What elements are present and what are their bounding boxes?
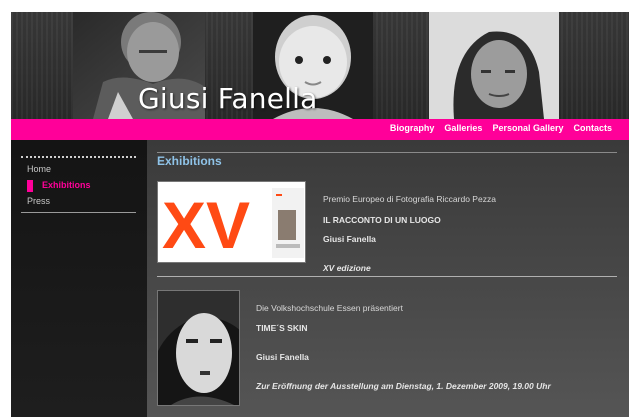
entry-artist: Giusi Fanella [256,352,309,362]
entry-organizer: Die Volkshochschule Essen präsentiert [256,303,403,313]
xv-logo-text: XV [162,188,250,262]
sidebar-dotted-divider [21,156,136,158]
nav-galleries[interactable]: Galleries [444,123,482,133]
exhibition-image-xv[interactable]: XV [157,181,306,263]
entry-title: IL RACCONTO DI UN LUOGO [323,215,441,225]
entry-organizer: Premio Europeo di Fotografia Riccardo Pe… [323,194,496,204]
entry-detail: Zur Eröffnung der Ausstellung am Diensta… [256,381,551,391]
entry-artist: Giusi Fanella [323,234,376,244]
nav-contacts[interactable]: Contacts [573,123,612,133]
active-marker [27,180,33,192]
sidebar: Home Exhibitions Press [11,140,147,417]
exhibition-entry-2: Die Volkshochschule Essen präsentiert TI… [256,303,551,391]
entry-detail: XV edizione [323,263,371,273]
title-rule [157,152,617,153]
sidebar-item-home[interactable]: Home [27,164,51,174]
top-navigation-bar: Biography Galleries Personal Gallery Con… [11,119,629,140]
main-content: Exhibitions XV Premio Europeo di Fotogra… [147,140,629,417]
nav-biography[interactable]: Biography [390,123,435,133]
nav-personal-gallery[interactable]: Personal Gallery [492,123,563,133]
entry-title: TIME´S SKIN [256,323,308,333]
page-frame: Giusi Fanella Biography Galleries Person… [11,12,629,417]
sidebar-item-exhibitions[interactable]: Exhibitions [42,180,91,190]
portrait-woman [429,12,559,119]
top-navigation: Biography Galleries Personal Gallery Con… [390,123,612,133]
page-title: Exhibitions [157,154,222,168]
sidebar-item-press[interactable]: Press [27,196,50,206]
header-banner: Giusi Fanella [11,12,629,119]
sidebar-divider [21,212,136,213]
entry-divider [157,276,617,277]
exhibition-entry-1: Premio Europeo di Fotografia Riccardo Pe… [323,194,496,273]
exhibition-image-portrait[interactable] [157,290,240,406]
site-title: Giusi Fanella [138,82,318,115]
